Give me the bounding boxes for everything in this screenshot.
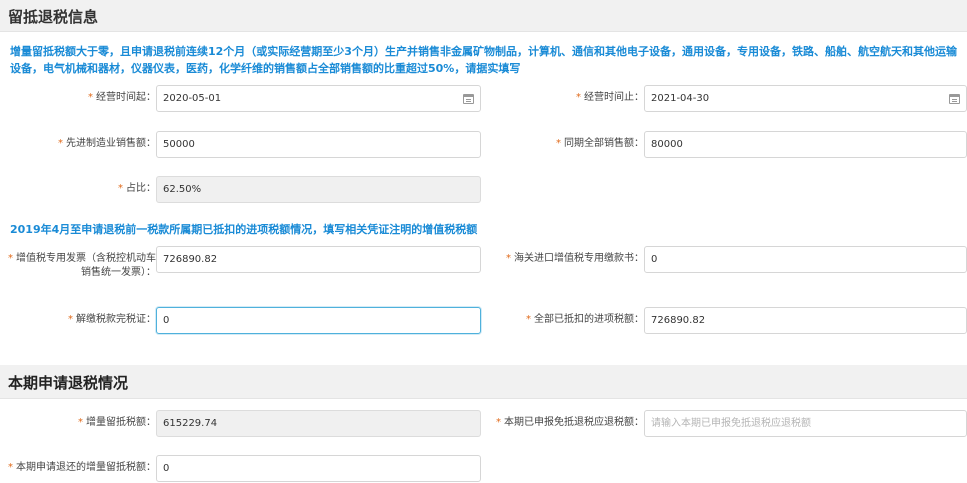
tax-payment-label: * 解缴税款完税证： [68,314,156,325]
ratio-label: * 占比： [118,183,156,194]
total-sales-input[interactable]: 80000 [644,131,967,158]
incremental-field: 615229.74 [156,410,481,437]
tax-payment-input[interactable]: 0 [156,307,481,334]
start-date-input[interactable]: 2020-05-01 [156,85,481,112]
incremental-label: * 增量留抵税额： [78,417,156,428]
refund-amount-label: * 本期申请退还的增量留抵税额： [8,462,156,473]
declared-label: * 本期已申报免抵退税应退税额： [496,417,644,428]
input-tax-notice: 2019年4月至申请退税前一税款所属期已抵扣的进项税额情况，填写相关凭证注明的增… [10,223,478,236]
calendar-icon[interactable] [463,94,474,104]
end-date-label: * 经营时间止： [576,92,644,103]
declared-input[interactable]: 请输入本期已申报免抵退税应退税额 [644,410,967,437]
refund-amount-input[interactable]: 0 [156,455,481,482]
start-date-label: * 经营时间起： [88,92,156,103]
adv-mfg-sales-label: * 先进制造业销售额： [58,138,156,149]
total-sales-label: * 同期全部销售额： [556,138,644,149]
ratio-field: 62.50% [156,176,481,203]
calendar-icon[interactable] [949,94,960,104]
vat-invoice-input[interactable]: 726890.82 [156,246,481,273]
vat-invoice-label: * 增值税专用发票（含税控机动车销售统一发票）： [8,253,156,278]
section-header-current-refund: 本期申请退税情况 [0,365,967,399]
total-deducted-label: * 全部已抵扣的进项税额： [526,314,644,325]
end-date-input[interactable]: 2021-04-30 [644,85,967,112]
section-title: 留抵退税信息 [8,8,99,26]
section-header-refund-info: 留抵退税信息 [0,0,967,32]
adv-mfg-sales-input[interactable]: 50000 [156,131,481,158]
customs-input[interactable]: 0 [644,246,967,273]
total-deducted-input[interactable]: 726890.82 [644,307,967,334]
eligibility-notice: 增量留抵税额大于零，且申请退税前连续12个月（或实际经营期至少3个月）生产并销售… [10,45,957,75]
customs-label: * 海关进口增值税专用缴款书： [506,253,644,264]
section-title: 本期申请退税情况 [8,374,129,392]
